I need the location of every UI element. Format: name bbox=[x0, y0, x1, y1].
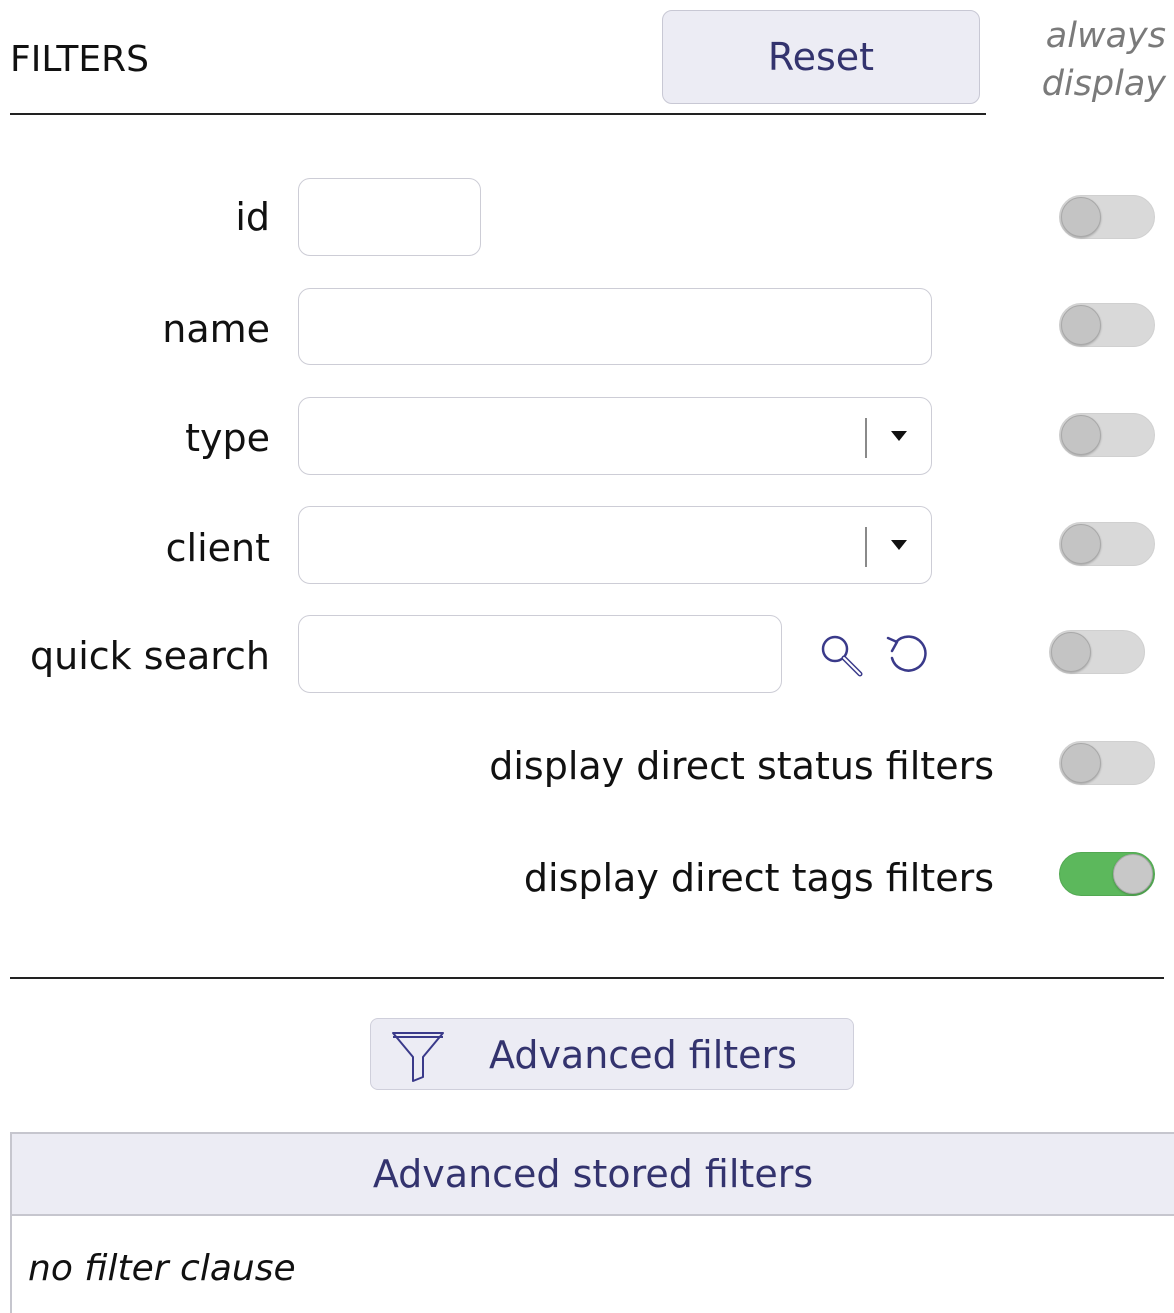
quick-search-always-display-toggle[interactable] bbox=[1049, 630, 1145, 674]
direct-status-label: display direct status filters bbox=[489, 744, 994, 788]
funnel-icon bbox=[392, 1032, 444, 1082]
type-always-display-toggle[interactable] bbox=[1059, 413, 1155, 457]
name-always-display-toggle[interactable] bbox=[1059, 303, 1155, 347]
caret-down-icon bbox=[891, 431, 907, 441]
magnifier-icon[interactable] bbox=[818, 632, 866, 680]
advanced-stored-filters-panel: Advanced stored filters no filter clause bbox=[10, 1132, 1174, 1313]
advanced-filters-label: Advanced filters bbox=[489, 1033, 797, 1077]
quick-search-label: quick search bbox=[30, 634, 270, 678]
direct-tags-toggle[interactable] bbox=[1059, 852, 1155, 896]
id-always-display-toggle[interactable] bbox=[1059, 195, 1155, 239]
id-input[interactable] bbox=[298, 178, 481, 256]
select-separator bbox=[865, 527, 867, 567]
client-label: client bbox=[165, 526, 270, 570]
name-input[interactable] bbox=[298, 288, 932, 365]
stored-filters-title: Advanced stored filters bbox=[12, 1134, 1174, 1216]
toggle-knob bbox=[1061, 415, 1101, 455]
toggle-knob bbox=[1113, 854, 1153, 894]
toggle-knob bbox=[1061, 197, 1101, 237]
always-display-line1: always bbox=[1045, 16, 1166, 56]
filters-title: FILTERS bbox=[10, 39, 150, 80]
client-always-display-toggle[interactable] bbox=[1059, 522, 1155, 566]
name-label: name bbox=[162, 307, 270, 351]
toggle-knob bbox=[1051, 632, 1091, 672]
quick-search-input[interactable] bbox=[298, 615, 782, 693]
refresh-icon[interactable] bbox=[884, 632, 932, 680]
client-select[interactable] bbox=[298, 506, 932, 584]
header-divider bbox=[10, 113, 986, 115]
section-divider bbox=[10, 977, 1164, 979]
advanced-filters-button[interactable]: Advanced filters bbox=[370, 1018, 854, 1090]
toggle-knob bbox=[1061, 305, 1101, 345]
toggle-knob bbox=[1061, 524, 1101, 564]
direct-tags-label: display direct tags filters bbox=[523, 856, 994, 900]
id-label: id bbox=[235, 195, 270, 239]
toggle-knob bbox=[1061, 743, 1101, 783]
reset-button[interactable]: Reset bbox=[662, 10, 980, 104]
no-filter-clause-text: no filter clause bbox=[28, 1248, 296, 1289]
type-label: type bbox=[185, 416, 270, 460]
select-separator bbox=[865, 418, 867, 458]
caret-down-icon bbox=[891, 540, 907, 550]
type-select[interactable] bbox=[298, 397, 932, 475]
always-display-line2: display bbox=[1041, 64, 1166, 104]
direct-status-toggle[interactable] bbox=[1059, 741, 1155, 785]
always-display-header: always display bbox=[1000, 12, 1166, 108]
